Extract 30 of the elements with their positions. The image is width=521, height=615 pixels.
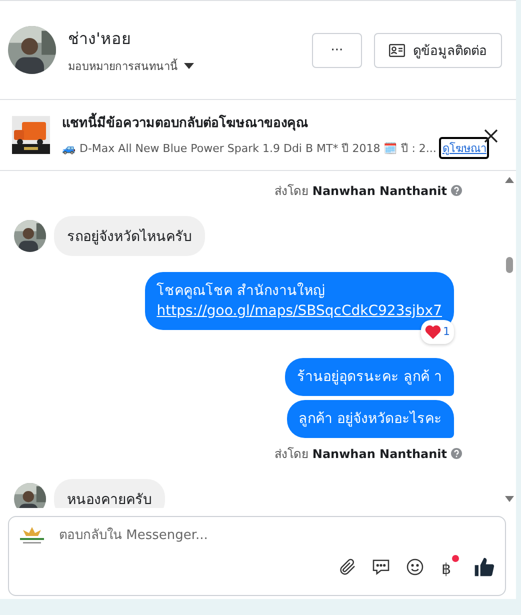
close-icon[interactable] bbox=[484, 128, 498, 142]
reaction-badge: 1 bbox=[421, 320, 454, 344]
smiley-icon[interactable] bbox=[405, 556, 426, 576]
scroll-up-icon[interactable] bbox=[504, 177, 514, 183]
contact-info-button[interactable]: ดูข้อมูลติดต่อ bbox=[374, 32, 502, 68]
view-ad-link[interactable]: ดูโฆษณา bbox=[439, 136, 490, 158]
paperclip-icon[interactable] bbox=[337, 556, 358, 576]
assign-dropdown[interactable]: มอบหมายการสนทนานี้ bbox=[68, 56, 194, 74]
ad-description: 🚙 D-Max All New Blue Power Spark 1.9 Ddi B MT* ปี 2018 🗓 ปี : 2... bbox=[62, 140, 436, 156]
incoming-message: รถอยู่จังหวัดไหนครับ bbox=[54, 216, 205, 256]
help-icon bbox=[451, 185, 462, 196]
heart-icon bbox=[425, 325, 441, 339]
outgoing-message: ลูกค้า อยู่จังหวัดอะไรคะ bbox=[286, 400, 454, 438]
sent-by-label: ส่งโดย Nanwhan Nanthanit bbox=[274, 183, 447, 200]
map-link[interactable]: https://goo.gl/maps/SBSqcCdkC923sjbx7 bbox=[156, 301, 442, 321]
scroll-down-icon[interactable] bbox=[504, 496, 514, 502]
more-button[interactable]: ··· bbox=[312, 32, 362, 68]
payment-button[interactable]: ฿ bbox=[439, 555, 459, 578]
ad-reply-title: แชทนี้มีข้อความตอบกลับต่อโฆษณาของคุณ bbox=[62, 112, 504, 132]
help-icon bbox=[451, 448, 462, 459]
outgoing-message: ร้านอยู่อุดรนะคะ ลูกค้ า bbox=[285, 358, 454, 396]
chat-bubble-icon[interactable] bbox=[371, 556, 392, 576]
thumbs-up-icon[interactable] bbox=[473, 556, 495, 578]
logo-icon bbox=[19, 525, 45, 545]
scrollbar-thumb[interactable] bbox=[506, 256, 512, 272]
sent-by-label: ส่งโดย Nanwhan Nanthanit bbox=[274, 446, 447, 463]
id-card-icon bbox=[389, 44, 405, 56]
contact-name: ช่าง'หอย bbox=[68, 28, 132, 50]
incoming-message: หนองคายครับ bbox=[54, 479, 165, 508]
caret-icon bbox=[184, 62, 194, 68]
